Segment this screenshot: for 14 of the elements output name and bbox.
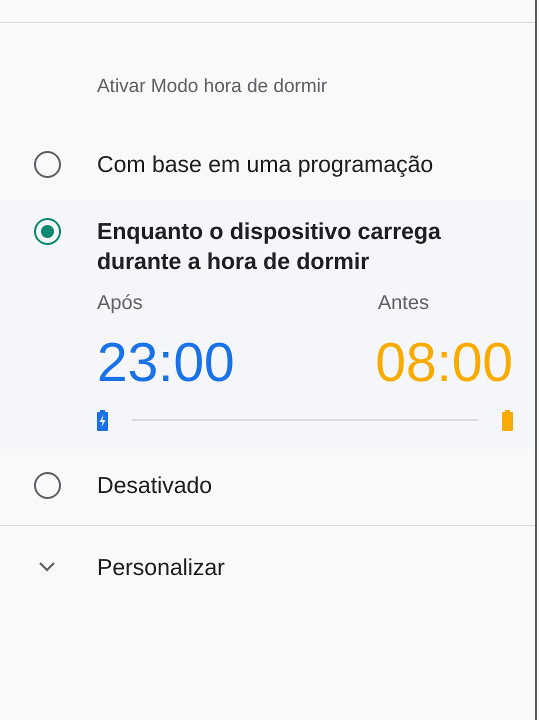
option-label[interactable]: Enquanto o dispositivo carrega durante a hora de dormir xyxy=(97,216,477,276)
charging-battery-icon xyxy=(97,410,108,430)
option-label[interactable]: Desativado xyxy=(97,470,477,500)
option-label[interactable]: Com base em uma programação xyxy=(97,148,477,178)
radio-button[interactable] xyxy=(34,472,61,498)
section-title: Ativar Modo hora de dormir xyxy=(97,75,328,99)
start-time[interactable]: 23:00 xyxy=(97,332,235,392)
radio-button[interactable] xyxy=(34,218,61,244)
expander-label[interactable]: Personalizar xyxy=(97,550,225,584)
battery-icon xyxy=(502,410,513,430)
chevron-icon[interactable] xyxy=(39,562,55,572)
end-label: Antes xyxy=(378,290,429,316)
radio-button[interactable] xyxy=(34,150,61,178)
start-label: Após xyxy=(97,290,143,316)
